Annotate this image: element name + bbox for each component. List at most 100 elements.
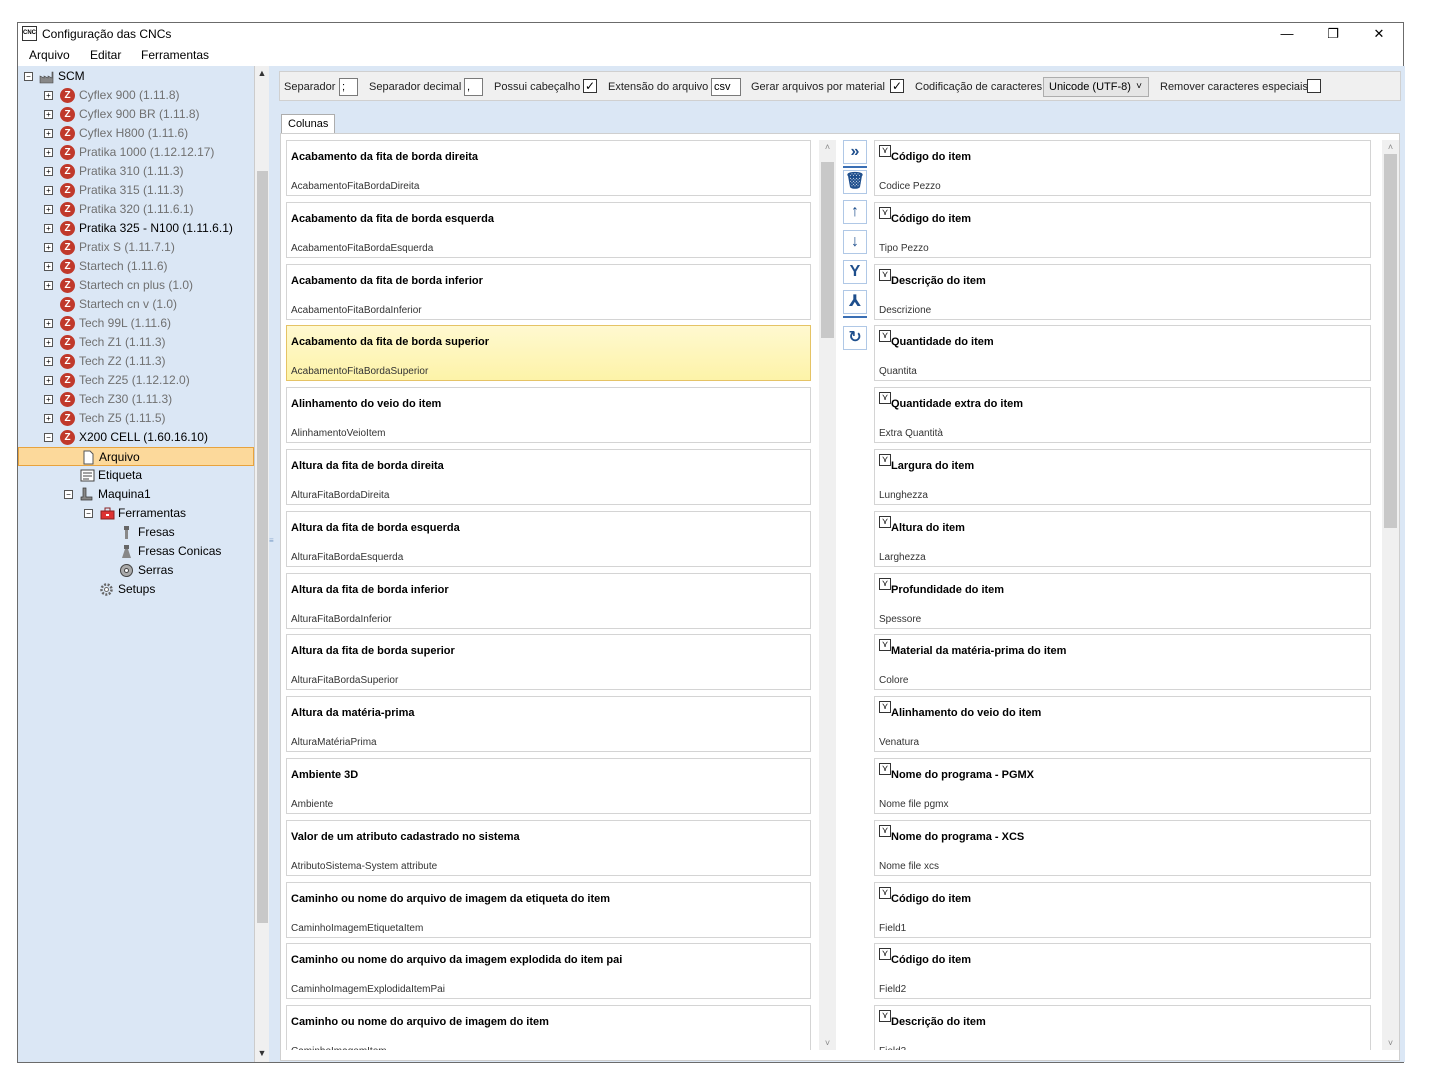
selected-scrollbar[interactable]: ˄ ˅ bbox=[1382, 140, 1399, 1050]
include-checkbox[interactable]: ⋎ bbox=[879, 516, 891, 528]
expand-icon[interactable]: + bbox=[44, 281, 53, 290]
tree-item-etiqueta[interactable]: Etiqueta bbox=[18, 466, 254, 485]
possui-cabecalho-checkbox[interactable]: ✓ bbox=[583, 79, 597, 93]
selected-column-card[interactable]: ⋎ Alinhamento do veio do item Venatura bbox=[874, 696, 1371, 752]
selected-column-card[interactable]: ⋎ Largura do item Lunghezza bbox=[874, 449, 1371, 505]
column-card[interactable]: Altura da fita de borda direita AlturaFit… bbox=[286, 449, 811, 505]
include-checkbox[interactable]: ⋎ bbox=[879, 454, 891, 466]
restore-button[interactable]: ❐ bbox=[1310, 23, 1356, 45]
tree-item-cnc[interactable]: + Z Cyflex H800 (1.11.6) bbox=[18, 124, 254, 143]
available-scrollbar[interactable]: ˄ ˅ bbox=[819, 140, 836, 1050]
move-down-button[interactable]: ↓ bbox=[843, 230, 867, 254]
tree-item-cnc[interactable]: + Z Startech (1.11.6) bbox=[18, 257, 254, 276]
scroll-down-icon[interactable]: ▼ bbox=[255, 1046, 269, 1060]
tree-item-cnc[interactable]: + Z Tech Z2 (1.11.3) bbox=[18, 352, 254, 371]
selected-column-card[interactable]: ⋎ Código do item Tipo Pezzo bbox=[874, 202, 1371, 258]
selected-column-card[interactable]: ⋎ Quantidade do item Quantita bbox=[874, 325, 1371, 381]
expand-icon[interactable]: + bbox=[44, 129, 53, 138]
expand-icon[interactable]: + bbox=[44, 224, 53, 233]
scroll-up-icon[interactable]: ˄ bbox=[1382, 140, 1399, 154]
include-checkbox[interactable]: ⋎ bbox=[879, 578, 891, 590]
minimize-button[interactable]: — bbox=[1264, 23, 1310, 45]
include-checkbox[interactable]: ⋎ bbox=[879, 948, 891, 960]
include-checkbox[interactable]: ⋎ bbox=[879, 207, 891, 219]
tree-item-cnc[interactable]: + Z Cyflex 900 BR (1.11.8) bbox=[18, 105, 254, 124]
expand-icon[interactable]: + bbox=[44, 148, 53, 157]
selected-column-card[interactable]: ⋎ Quantidade extra do item Extra Quantità bbox=[874, 387, 1371, 443]
selected-column-card[interactable]: ⋎ Nome do programa - XCS Nome file xcs bbox=[874, 820, 1371, 876]
expand-icon[interactable]: + bbox=[44, 110, 53, 119]
tree-item-cnc[interactable]: + Z Tech 99L (1.11.6) bbox=[18, 314, 254, 333]
separador-input[interactable]: ; bbox=[339, 78, 358, 96]
selected-column-card[interactable]: ⋎ Profundidade do item Spessore bbox=[874, 573, 1371, 629]
include-checkbox[interactable]: ⋎ bbox=[879, 392, 891, 404]
separador-decimal-input[interactable]: , bbox=[464, 78, 483, 96]
tree-item-cnc[interactable]: + Z Pratika 310 (1.11.3) bbox=[18, 162, 254, 181]
tree-item-cnc[interactable]: + Z Startech cn plus (1.0) bbox=[18, 276, 254, 295]
tree-root-scm[interactable]: − SCM bbox=[18, 67, 254, 86]
move-up-button[interactable]: ↑ bbox=[843, 200, 867, 224]
menu-ferramentas[interactable]: Ferramentas bbox=[141, 48, 209, 62]
codificacao-select[interactable]: Unicode (UTF-8) ˅ bbox=[1043, 77, 1149, 97]
selected-column-card[interactable]: ⋎Descrição do item Field3 bbox=[874, 1005, 1371, 1050]
column-card[interactable]: Acabamento da fita de borda direita Acaba… bbox=[286, 140, 811, 196]
include-checkbox[interactable]: ⋎ bbox=[879, 763, 891, 775]
column-card[interactable]: Alinhamento do veio do item AlinhamentoVe… bbox=[286, 387, 811, 443]
expand-icon[interactable]: + bbox=[44, 376, 53, 385]
include-checkbox[interactable]: ⋎ bbox=[879, 269, 891, 281]
selected-column-card[interactable]: ⋎ Código do item Field1 bbox=[874, 882, 1371, 938]
tree-item-cnc[interactable]: + Z Pratika 325 - N100 (1.11.6.1) bbox=[18, 219, 254, 238]
expand-icon[interactable]: + bbox=[44, 91, 53, 100]
collapse-icon[interactable]: − bbox=[64, 490, 73, 499]
column-card[interactable]: Altura da fita de borda esquerda AlturaFi… bbox=[286, 511, 811, 567]
expand-icon[interactable]: + bbox=[44, 357, 53, 366]
column-card[interactable]: Altura da fita de borda inferior AlturaFi… bbox=[286, 573, 811, 629]
tree-item-cnc[interactable]: + Z Tech Z5 (1.11.5) bbox=[18, 409, 254, 428]
include-checkbox[interactable]: ⋎ bbox=[879, 825, 891, 837]
expand-icon[interactable]: + bbox=[44, 414, 53, 423]
add-all-button[interactable]: » bbox=[843, 140, 867, 164]
scroll-down-icon[interactable]: ˅ bbox=[819, 1036, 836, 1050]
column-card[interactable]: Valor de um atributo cadastrado no siste… bbox=[286, 820, 811, 876]
tree-item-fresas[interactable]: Fresas bbox=[18, 523, 254, 542]
include-checkbox[interactable]: ⋎ bbox=[879, 330, 891, 342]
extensao-input[interactable]: csv bbox=[711, 78, 741, 96]
tree-item-cnc[interactable]: + Z Pratika 315 (1.11.3) bbox=[18, 181, 254, 200]
column-card[interactable]: Caminho ou nome do arquivo de imagem da … bbox=[286, 882, 811, 938]
column-card[interactable]: Acabamento da fita de borda esquerda Acab… bbox=[286, 202, 811, 258]
expand-icon[interactable]: + bbox=[44, 243, 53, 252]
expand-icon[interactable]: + bbox=[44, 186, 53, 195]
selected-column-card[interactable]: ⋎ Código do item Field2 bbox=[874, 943, 1371, 999]
selected-column-card[interactable]: ⋎ Nome do programa - PGMX Nome file pgmx bbox=[874, 758, 1371, 814]
close-button[interactable]: ✕ bbox=[1356, 23, 1402, 45]
selected-column-card[interactable]: ⋎ Código do item Codice Pezzo bbox=[874, 140, 1371, 196]
tree-scrollbar[interactable]: ▲ ▼ bbox=[254, 66, 269, 1062]
expand-icon[interactable]: + bbox=[44, 205, 53, 214]
tree-item-cnc[interactable]: + Z Pratix S (1.11.7.1) bbox=[18, 238, 254, 257]
include-checkbox[interactable]: ⋎ bbox=[879, 639, 891, 651]
collapse-icon[interactable]: − bbox=[24, 72, 33, 81]
tree-item-cnc[interactable]: + Z Pratika 320 (1.11.6.1) bbox=[18, 200, 254, 219]
column-card[interactable]: Acabamento da fita de borda inferior Acab… bbox=[286, 264, 811, 320]
menu-arquivo[interactable]: Arquivo bbox=[29, 48, 70, 62]
tree-item-cnc[interactable]: − Z X200 CELL (1.60.16.10) bbox=[18, 428, 254, 447]
expand-icon[interactable]: + bbox=[44, 319, 53, 328]
available-scroll-thumb[interactable] bbox=[821, 162, 834, 338]
tree-item-serras[interactable]: Serras bbox=[18, 561, 254, 580]
scroll-down-icon[interactable]: ˅ bbox=[1382, 1036, 1399, 1050]
include-checkbox[interactable]: ⋎ bbox=[879, 145, 891, 157]
tree-item-ferramentas[interactable]: − Ferramentas bbox=[18, 504, 254, 523]
selected-column-card[interactable]: ⋎ Material da matéria-prima do item Colore bbox=[874, 634, 1371, 690]
collapse-icon[interactable]: − bbox=[84, 509, 93, 518]
remover-especiais-checkbox[interactable] bbox=[1307, 79, 1321, 93]
include-checkbox[interactable]: ⋎ bbox=[879, 887, 891, 899]
include-checkbox[interactable]: ⋎ bbox=[879, 701, 891, 713]
scroll-up-icon[interactable]: ▲ bbox=[255, 66, 269, 80]
gerar-por-material-checkbox[interactable]: ✓ bbox=[890, 79, 904, 93]
column-card[interactable]: Altura da matéria-prima AlturaMatériaPrim… bbox=[286, 696, 811, 752]
tree-item-arquivo[interactable]: Arquivo bbox=[18, 447, 254, 466]
expand-icon[interactable]: + bbox=[44, 395, 53, 404]
scroll-up-icon[interactable]: ˄ bbox=[819, 140, 836, 154]
column-card[interactable]: Acabamento da fita de borda superior Acab… bbox=[286, 325, 811, 381]
tree-item-cnc[interactable]: + Z Cyflex 900 (1.11.8) bbox=[18, 86, 254, 105]
